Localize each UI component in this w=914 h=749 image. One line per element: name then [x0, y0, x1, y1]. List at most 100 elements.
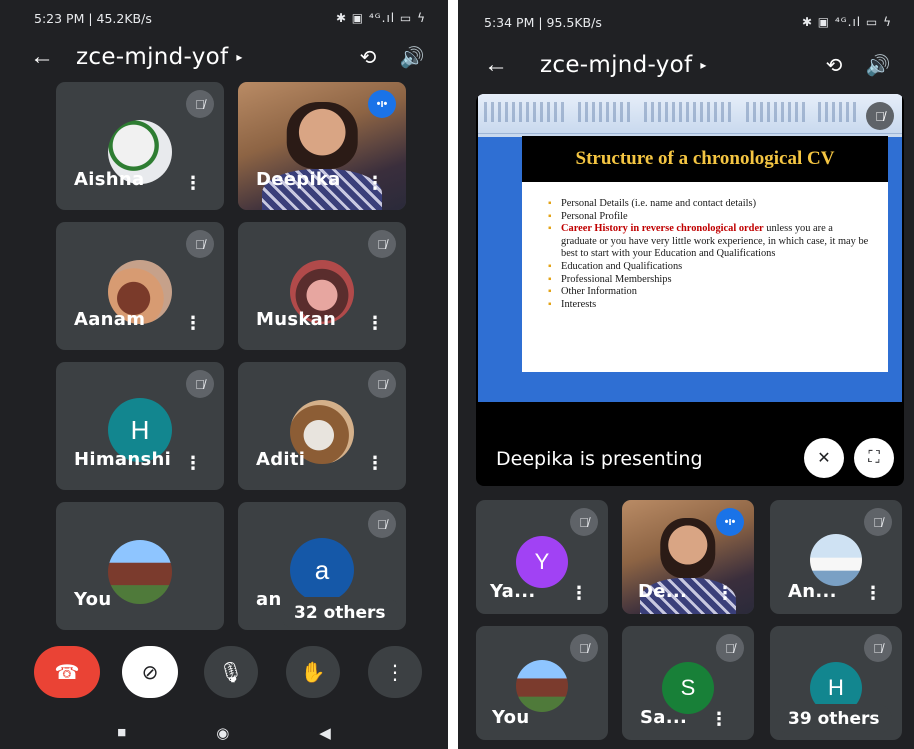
slide-bullets: Personal Details (i.e. name and contact …: [548, 198, 870, 311]
slide: Structure of a chronological CV Personal…: [522, 136, 888, 372]
camera-toggle-button[interactable]: ⊘: [122, 646, 178, 698]
fullscreen-icon: ⛶: [868, 449, 880, 466]
meeting-code[interactable]: zce-mjnd-yof: [76, 44, 228, 70]
participant-name: You: [74, 589, 112, 610]
audio-level-icon: •ı•: [368, 90, 396, 118]
participant-tile[interactable]: 🎙̸ An... ⋮: [770, 500, 902, 614]
avatar-letter: a: [290, 538, 354, 602]
avatar: [516, 660, 568, 712]
more-vert-icon[interactable]: ⋮: [570, 584, 588, 602]
participant-name: An...: [788, 581, 837, 602]
participant-tile-video[interactable]: •ı• De... ⋮: [622, 500, 754, 614]
mic-off-icon: 🎙̸: [864, 508, 892, 536]
caret-right-icon[interactable]: ▸: [236, 50, 242, 64]
raise-hand-button[interactable]: ✋: [286, 646, 340, 698]
more-vert-icon[interactable]: ⋮: [184, 174, 202, 192]
participant-tile-self[interactable]: You: [56, 502, 224, 630]
participant-tile[interactable]: 🎙̸ Aditi ⋮: [238, 362, 406, 490]
participant-tile[interactable]: 🎙̸ H Himanshi ⋮: [56, 362, 224, 490]
bullet-item-highlight: Career History in reverse chronological …: [548, 223, 870, 261]
back-icon[interactable]: ◀: [319, 724, 331, 742]
highlight-text: Career History in reverse chronological …: [561, 223, 764, 235]
participant-tile[interactable]: 🎙̸ Aishna ⋮: [56, 82, 224, 210]
participant-tile[interactable]: 🎙̸ Aanam ⋮: [56, 222, 224, 350]
status-bar: 5:34 PM | 95.5KB/s ✱ ▣ ⁴ᴳ.ıl ▭ ϟ: [458, 0, 914, 44]
more-vert-icon[interactable]: ⋮: [366, 314, 384, 332]
switch-camera-icon[interactable]: ⟲: [346, 45, 390, 70]
participant-name: Ya...: [490, 581, 536, 602]
back-arrow-icon[interactable]: ←: [22, 43, 62, 71]
mic-toggle-button[interactable]: 🎙: [204, 646, 258, 698]
participant-tile[interactable]: 🎙̸ Y Ya... ⋮: [476, 500, 608, 614]
more-vert-icon[interactable]: ⋮: [184, 314, 202, 332]
recents-icon[interactable]: ■: [117, 724, 126, 741]
participant-name: an: [256, 589, 282, 610]
meeting-header: ← zce-mjnd-yof ▸ ⟲ 🔊: [458, 42, 914, 88]
mic-off-icon: 🎙̸: [570, 508, 598, 536]
mic-off-icon: 🎙̸: [186, 230, 214, 258]
speaker-icon[interactable]: 🔊: [390, 45, 434, 70]
participant-name: You: [492, 707, 530, 728]
mic-off-icon: 🎙̸: [186, 370, 214, 398]
participant-name: Sa...: [640, 707, 688, 728]
end-call-button[interactable]: ☎: [34, 646, 100, 698]
participant-name: Deepika: [256, 169, 341, 190]
speaker-icon[interactable]: 🔊: [856, 53, 900, 78]
end-call-icon: ☎: [54, 661, 80, 684]
status-time: 5:34 PM | 95.5KB/s: [484, 14, 602, 30]
caret-right-icon[interactable]: ▸: [700, 58, 706, 72]
bullet-item: Education and Qualifications: [548, 261, 870, 274]
participant-name: De...: [638, 581, 688, 602]
mic-off-icon: 🎙̸: [716, 634, 744, 662]
shared-screen: Structure of a chronological CV Personal…: [478, 94, 902, 402]
more-vert-icon[interactable]: ⋮: [366, 454, 384, 472]
more-vert-icon[interactable]: ⋮: [366, 174, 384, 192]
call-controls: ☎ ⊘ 🎙 ✋ ⋮: [0, 646, 448, 706]
presenter-label: Deepika is presenting: [496, 448, 703, 470]
meeting-header: ← zce-mjnd-yof ▸ ⟲ 🔊: [0, 34, 448, 80]
others-count-badge[interactable]: 39 others: [776, 704, 892, 734]
back-arrow-icon[interactable]: ←: [476, 51, 516, 79]
slide-title: Structure of a chronological CV: [522, 136, 888, 182]
more-vert-icon[interactable]: ⋮: [864, 584, 882, 602]
pin-off-button[interactable]: ✕: [804, 438, 844, 478]
bullet-item: Professional Memberships: [548, 274, 870, 287]
more-vert-icon[interactable]: ⋮: [184, 454, 202, 472]
mic-off-icon: 🎙̸: [866, 102, 894, 130]
status-bar: 5:23 PM | 45.2KB/s ✱ ▣ ⁴ᴳ.ıl ▭ ϟ: [0, 0, 448, 36]
mic-off-icon: 🎙̸: [368, 230, 396, 258]
left-phone-screen: 5:23 PM | 45.2KB/s ✱ ▣ ⁴ᴳ.ıl ▭ ϟ ← zce-m…: [0, 0, 448, 749]
switch-camera-icon[interactable]: ⟲: [812, 53, 856, 78]
mic-off-icon: 🎙̸: [368, 370, 396, 398]
presentation-stage[interactable]: Structure of a chronological CV Personal…: [476, 94, 904, 486]
mic-off-icon: 🎙̸: [864, 634, 892, 662]
fullscreen-button[interactable]: ⛶: [854, 438, 894, 478]
mic-off-icon: 🎙̸: [186, 90, 214, 118]
status-time: 5:23 PM | 45.2KB/s: [34, 10, 152, 26]
participant-name: Aanam: [74, 309, 146, 330]
more-vert-icon[interactable]: ⋮: [716, 584, 734, 602]
bullet-item: Other Information: [548, 286, 870, 299]
right-phone-screen: 5:34 PM | 95.5KB/s ✱ ▣ ⁴ᴳ.ıl ▭ ϟ ← zce-m…: [458, 0, 914, 749]
participant-tile-self[interactable]: 🎙̸ You: [476, 626, 608, 740]
participant-tile[interactable]: 🎙̸ Muskan ⋮: [238, 222, 406, 350]
mic-off-icon: 🎙̸: [368, 510, 396, 538]
android-nav-bar: ■ ◉ ◀: [0, 716, 448, 749]
system-icons: ✱ ▣ ⁴ᴳ.ıl ▭ ϟ: [801, 15, 892, 29]
bullet-item: Interests: [548, 299, 870, 312]
participant-tile[interactable]: 🎙̸ S Sa... ⋮: [622, 626, 754, 740]
mic-off-icon: 🎙̸: [570, 634, 598, 662]
home-icon[interactable]: ◉: [216, 724, 229, 742]
mic-icon: 🎙: [218, 661, 244, 684]
more-vert-icon: ⋮: [385, 661, 405, 684]
pin-off-icon: ✕: [817, 450, 831, 467]
more-vert-icon[interactable]: ⋮: [710, 710, 728, 728]
more-options-button[interactable]: ⋮: [368, 646, 422, 698]
avatar: [810, 534, 862, 586]
participant-name: Aditi: [256, 449, 306, 470]
camera-off-icon: ⊘: [141, 661, 159, 684]
meeting-code[interactable]: zce-mjnd-yof: [540, 52, 692, 78]
others-count-badge[interactable]: 32 others: [280, 597, 400, 629]
bullet-item: Personal Details (i.e. name and contact …: [548, 198, 870, 211]
participant-tile-video[interactable]: •ı• Deepika ⋮: [238, 82, 406, 210]
